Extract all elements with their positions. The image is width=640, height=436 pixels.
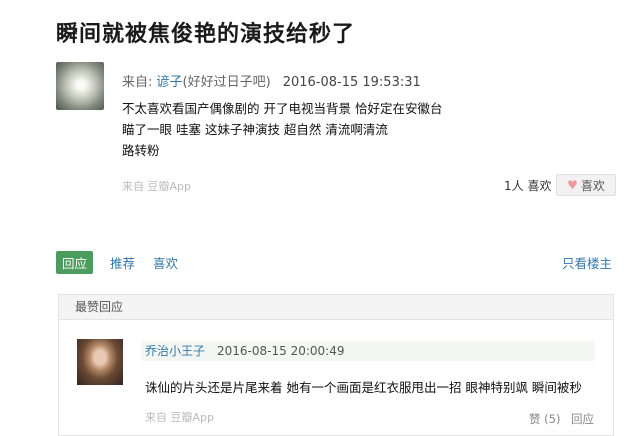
comment-source: 来自 豆瓣App — [145, 411, 214, 424]
owner-only-link[interactable]: 只看楼主 — [562, 253, 612, 272]
hot-replies-header: 最赞回应 — [59, 295, 613, 320]
post-source: 来自 豆瓣App — [122, 180, 191, 193]
from-prefix: 来自: — [122, 75, 157, 90]
comment-body: 诛仙的片头还是片尾来着 她有一个画面是红衣服甩出一招 眼神特别飒 瞬间被秒 — [145, 380, 582, 395]
author-group: (好好过日子吧) — [182, 75, 271, 90]
reply-button[interactable]: 回应 — [56, 251, 94, 274]
commenter-link[interactable]: 乔治小王子 — [145, 344, 205, 358]
action-bar: 回应 推荐 喜欢 只看楼主 — [56, 250, 612, 274]
like-link[interactable]: 喜欢 — [153, 253, 178, 272]
hot-replies-box: 最赞回应 乔治小王子 2016-08-15 20:00:49 诛仙的片头还是片尾来… — [58, 294, 614, 436]
comment-like-link[interactable]: 赞 (5) — [529, 411, 560, 427]
comment-time: 2016-08-15 20:00:49 — [217, 344, 345, 358]
comment-reply-link[interactable]: 回应 — [571, 411, 594, 427]
like-button-label: 喜欢 — [580, 178, 605, 193]
like-count: 1人 喜欢 — [504, 179, 552, 193]
post-body: 不太喜欢看国产偶像剧的 开了电视当背景 恰好定在安徽台 瞄了一眼 哇塞 这妹子神… — [122, 98, 602, 161]
comment-header: 乔治小王子 2016-08-15 20:00:49 — [141, 341, 595, 361]
like-button[interactable]: ♥ 喜欢 — [556, 174, 616, 196]
commenter-avatar[interactable] — [77, 339, 123, 385]
author-avatar[interactable] — [56, 62, 104, 110]
post-time: 2016-08-15 19:53:31 — [282, 75, 421, 90]
author-link[interactable]: 谚子 — [157, 75, 183, 90]
post-line: 瞄了一眼 哇塞 这妹子神演技 超自然 清流啊清流 — [122, 122, 388, 137]
page-title: 瞬间就被焦俊艳的演技给秒了 — [56, 22, 356, 47]
post-line: 不太喜欢看国产偶像剧的 开了电视当背景 恰好定在安徽台 — [122, 101, 443, 116]
post-line: 路转粉 — [122, 143, 160, 158]
post-header: 来自: 谚子(好好过日子吧) 2016-08-15 19:53:31 — [122, 71, 421, 90]
heart-icon: ♥ — [567, 178, 578, 192]
recommend-link[interactable]: 推荐 — [110, 253, 135, 272]
